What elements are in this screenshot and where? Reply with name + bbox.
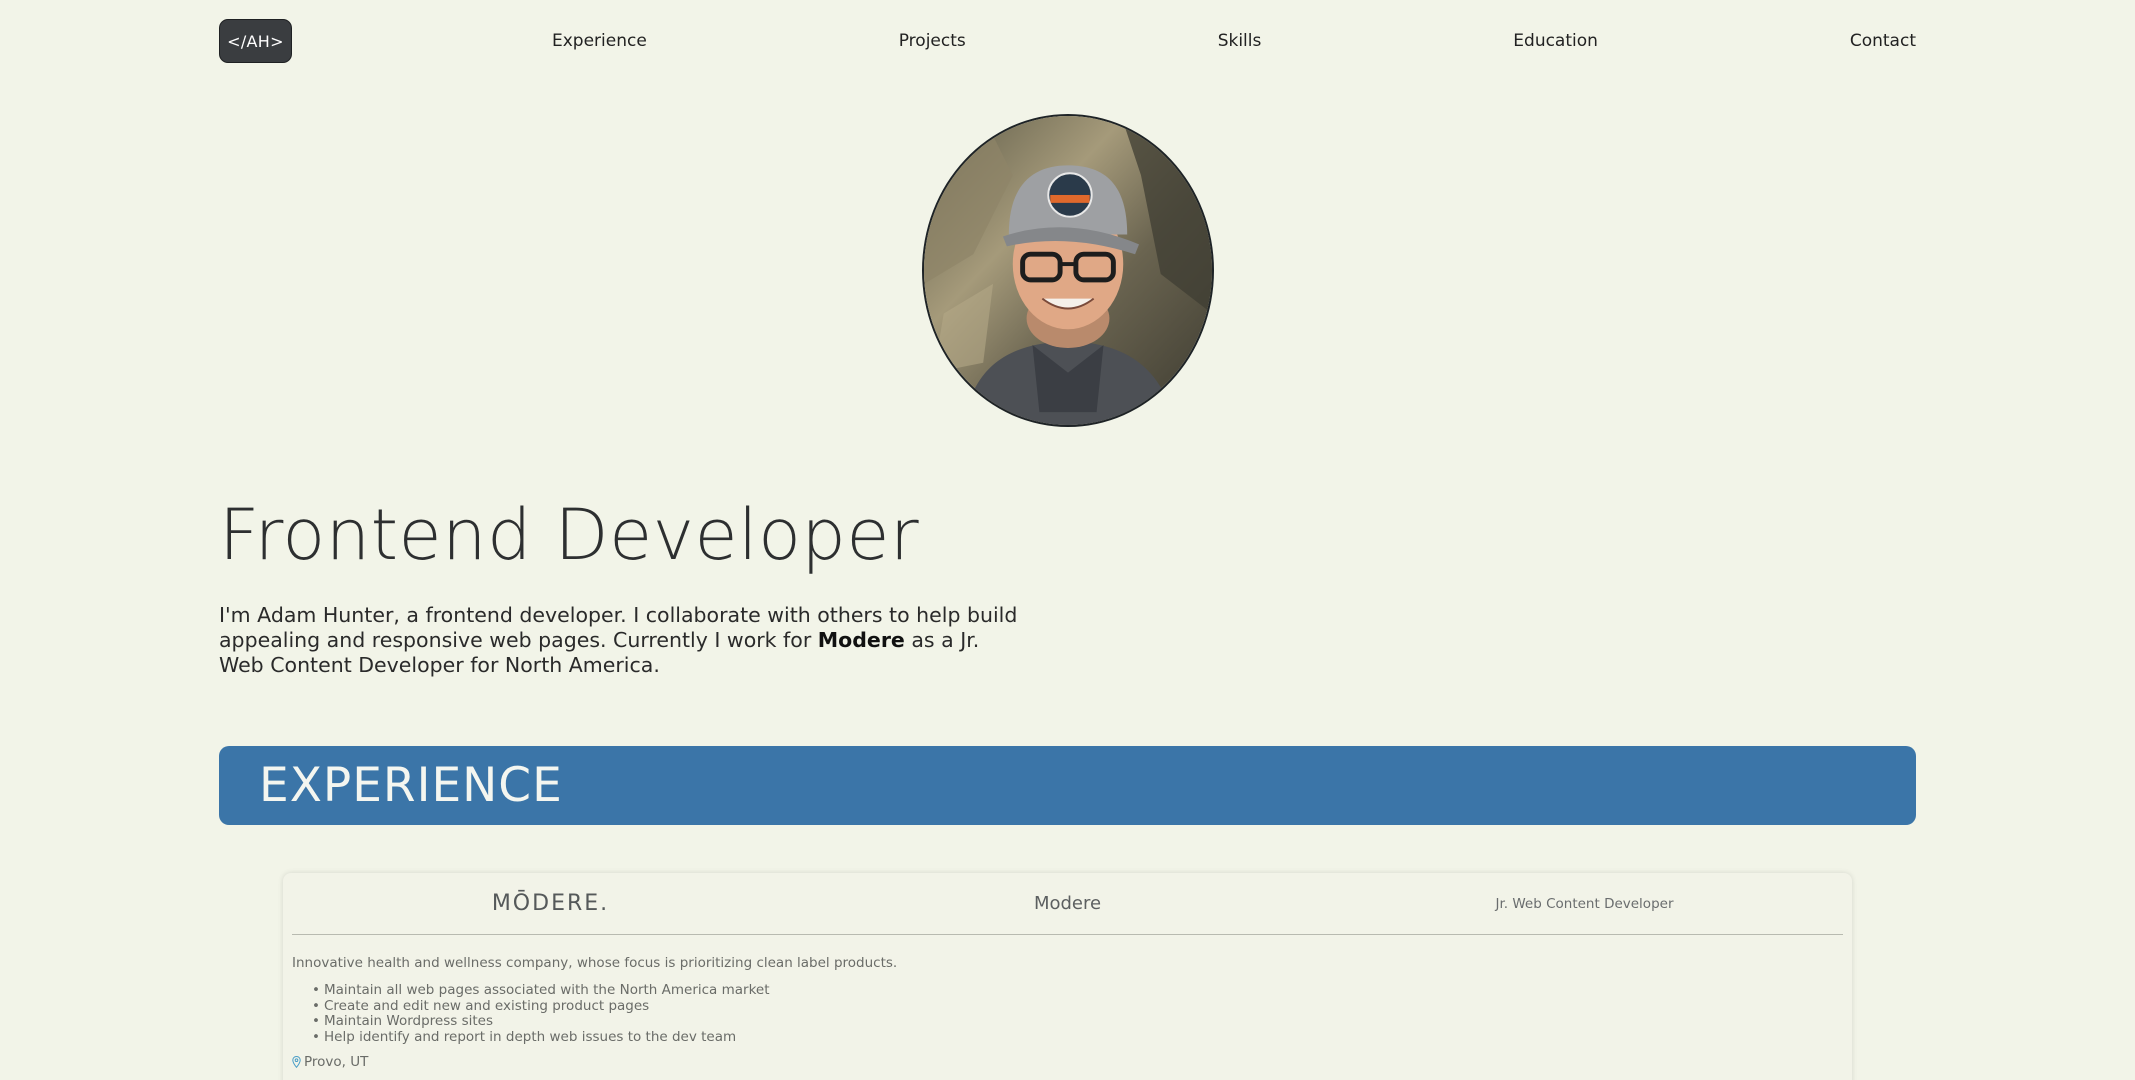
job-duty-item: Maintain Wordpress sites (312, 1013, 1843, 1030)
job-duties-list: Maintain all web pages associated with t… (312, 982, 1843, 1046)
company-name: Modere (1033, 893, 1102, 914)
location-pin-icon (292, 1056, 301, 1068)
nav-link-contact[interactable]: Contact (1850, 31, 1916, 51)
experience-card: MŌDERE. Modere Jr. Web Content Developer… (283, 873, 1852, 1080)
hero-intro: I'm Adam Hunter, a frontend developer. I… (219, 603, 1029, 678)
company-description: Innovative health and wellness company, … (292, 955, 898, 971)
intro-company-name: Modere (817, 628, 905, 652)
nav-link-projects[interactable]: Projects (899, 31, 966, 51)
top-nav: </AH> Experience Projects Skills Educati… (219, 19, 1916, 63)
company-logo: MŌDERE. (491, 891, 610, 916)
nav-link-education[interactable]: Education (1513, 31, 1598, 51)
profile-photo (922, 114, 1214, 427)
home-logo-button[interactable]: </AH> (219, 19, 292, 63)
experience-section-header: EXPERIENCE (219, 746, 1916, 825)
nav-link-experience[interactable]: Experience (552, 31, 647, 51)
job-location: Provo, UT (292, 1054, 1843, 1070)
job-duty-item: Maintain all web pages associated with t… (312, 982, 1843, 999)
job-duty-item: Help identify and report in depth web is… (312, 1029, 1843, 1046)
job-duty-item: Create and edit new and existing product… (312, 998, 1843, 1015)
hero-title: Frontend Developer (219, 494, 920, 576)
nav-links: Experience Projects Skills Education Con… (552, 31, 1916, 51)
nav-link-skills[interactable]: Skills (1218, 31, 1262, 51)
experience-card-header: MŌDERE. Modere Jr. Web Content Developer (292, 873, 1843, 935)
location-text: Provo, UT (304, 1054, 369, 1070)
experience-heading: EXPERIENCE (259, 758, 563, 813)
portfolio-page: </AH> Experience Projects Skills Educati… (0, 0, 2135, 1080)
job-role: Jr. Web Content Developer (1495, 895, 1674, 912)
